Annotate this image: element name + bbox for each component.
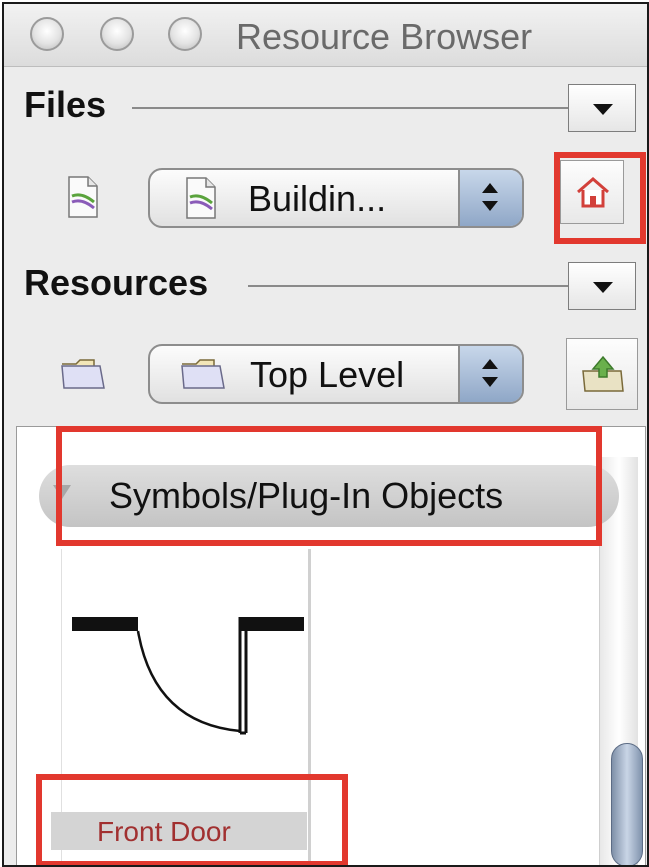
files-divider [132,107,568,109]
list-item[interactable]: Front Door [51,812,307,850]
file-selector-stepper[interactable] [458,170,522,226]
chevron-up-icon [482,359,498,369]
document-icon [68,176,98,218]
minimize-window-button[interactable] [100,17,134,51]
zoom-window-button[interactable] [168,17,202,51]
resource-location-popup[interactable]: Top Level [148,344,524,404]
chevron-up-icon [482,183,498,193]
folder-icon [61,359,105,389]
list-scrollbar-thumb[interactable] [611,743,643,865]
folder-icon [181,359,225,389]
home-icon [577,177,609,208]
file-selector-value: Buildin... [248,178,387,219]
resources-options-dropdown[interactable] [568,262,636,310]
files-options-dropdown[interactable] [568,84,636,132]
chevron-down-icon [593,282,613,293]
door-symbol [72,617,304,735]
close-window-button[interactable] [30,17,64,51]
resource-location-stepper[interactable] [458,346,522,402]
resource-list[interactable]: Symbols/Plug-In Objects Front Door [16,426,646,865]
chevron-down-icon [593,104,613,115]
group-header-symbols[interactable]: Symbols/Plug-In Objects [39,465,619,527]
resources-section-title: Resources [24,262,209,303]
files-section-title: Files [24,84,107,125]
home-button[interactable] [560,160,624,224]
folder-up-icon [582,355,624,392]
file-selector-popup[interactable]: Buildin... [148,168,524,228]
chevron-down-icon [482,377,498,387]
title-bar: Resource Browser [4,4,647,67]
disclosure-triangle-icon[interactable] [53,485,71,499]
item-label-front-door: Front Door [97,816,231,847]
chevron-down-icon [482,201,498,211]
resources-divider [248,285,568,287]
folder-up-button[interactable] [566,338,638,410]
document-icon [186,177,216,219]
group-label: Symbols/Plug-In Objects [109,475,504,516]
resource-location-value: Top Level [250,354,405,395]
window-title: Resource Browser [236,16,533,57]
resource-browser-window: Resource Browser Files Buildin... Resour… [2,2,649,867]
